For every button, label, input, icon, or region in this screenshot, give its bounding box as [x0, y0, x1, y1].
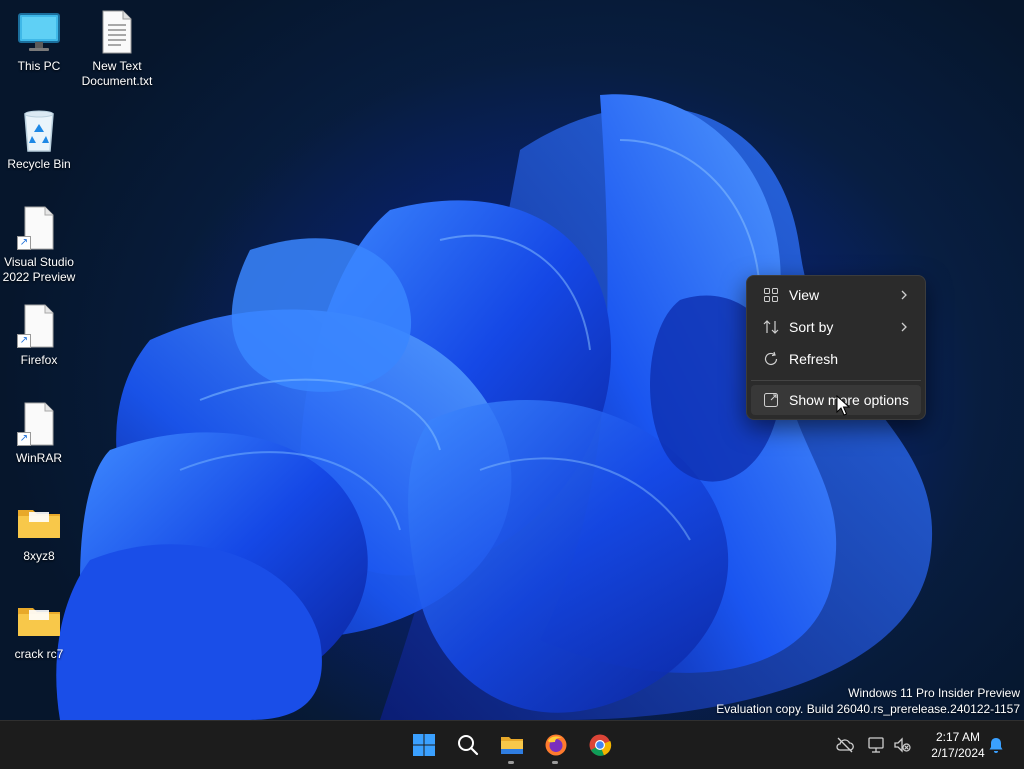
shortcut-file-icon: ↗	[15, 400, 63, 448]
search-icon	[458, 735, 479, 756]
monitor-icon	[15, 8, 63, 56]
watermark-edition: Windows 11 Pro Insider Preview	[848, 686, 1020, 700]
desktop-icon-folder-crack-rc7[interactable]: crack rc7	[0, 592, 78, 662]
menu-separator	[751, 380, 921, 381]
recycle-bin-icon	[15, 106, 63, 154]
watermark-build: Evaluation copy. Build 26040.rs_prerelea…	[716, 702, 1020, 716]
mouse-cursor-icon	[836, 395, 850, 416]
menu-item-refresh[interactable]: Refresh	[751, 344, 921, 374]
desktop-icon-label: Visual Studio 2022 Preview	[2, 255, 76, 284]
desktop-icon-new-text-document[interactable]: New Text Document.txt	[78, 4, 156, 89]
grid-view-icon	[764, 288, 778, 302]
desktop-icon-label: 8xyz8	[23, 549, 55, 563]
shortcut-arrow-icon: ↗	[17, 334, 31, 348]
shortcut-file-icon: ↗	[15, 204, 63, 252]
cloud-offline-icon[interactable]	[835, 735, 855, 755]
taskbar-start-button[interactable]	[404, 725, 444, 765]
desktop-icon-label: crack rc7	[14, 647, 64, 661]
desktop-icon-folder-8xyz8[interactable]: 8xyz8	[0, 494, 78, 564]
desktop-icon-label: Firefox	[20, 353, 58, 367]
clock-time: 2:17 AM	[935, 730, 981, 744]
menu-item-label: View	[789, 287, 820, 303]
volume-muted-icon[interactable]	[892, 735, 912, 755]
sort-icon	[763, 320, 779, 334]
shortcut-arrow-icon: ↗	[17, 236, 31, 250]
shortcut-file-icon: ↗	[15, 302, 63, 350]
taskbar-firefox[interactable]	[536, 725, 576, 765]
desktop-icon-label: WinRAR	[15, 451, 62, 465]
chevron-right-icon	[901, 290, 907, 300]
clock-date: 2/17/2024	[931, 746, 985, 760]
chevron-right-icon	[901, 322, 907, 332]
evaluation-watermark: Windows 11 Pro Insider Preview Evaluatio…	[716, 685, 1020, 717]
desktop-icon-visual-studio[interactable]: ↗ Visual Studio 2022 Preview	[0, 200, 78, 285]
menu-item-label: Refresh	[789, 351, 839, 367]
shortcut-arrow-icon: ↗	[17, 432, 31, 446]
folder-icon	[15, 596, 63, 644]
taskbar-chrome[interactable]	[580, 725, 620, 765]
folder-icon	[15, 498, 63, 546]
desktop-icon-winrar[interactable]: ↗ WinRAR	[0, 396, 78, 466]
desktop-icon-recycle-bin[interactable]: Recycle Bin	[0, 102, 78, 172]
desktop-icon-label: This PC	[17, 59, 61, 73]
desktop-icon-firefox[interactable]: ↗ Firefox	[0, 298, 78, 368]
expand-icon	[764, 393, 778, 407]
running-indicator	[552, 761, 558, 764]
refresh-icon	[764, 351, 778, 365]
file-explorer-icon	[501, 737, 523, 754]
running-indicator	[508, 761, 514, 764]
menu-item-view[interactable]: View	[751, 280, 921, 310]
text-document-icon	[93, 8, 141, 56]
bell-icon[interactable]	[986, 735, 1006, 755]
menu-item-sort-by[interactable]: Sort by	[751, 312, 921, 342]
taskbar: 2:17 AM 2/17/2024	[0, 720, 1024, 769]
menu-item-label: Sort by	[789, 319, 834, 335]
firefox-icon	[545, 734, 567, 756]
taskbar-file-explorer[interactable]	[492, 725, 532, 765]
desktop-icon-label: Recycle Bin	[7, 157, 71, 171]
chrome-icon	[589, 734, 612, 756]
desktop-icon-label: New Text Document.txt	[81, 59, 153, 88]
taskbar-search-button[interactable]	[448, 725, 488, 765]
windows-start-icon	[413, 734, 435, 756]
desktop-icon-this-pc[interactable]: This PC	[0, 4, 78, 74]
taskbar-clock[interactable]: 2:17 AM 2/17/2024	[920, 729, 996, 761]
network-icon[interactable]	[866, 735, 886, 755]
